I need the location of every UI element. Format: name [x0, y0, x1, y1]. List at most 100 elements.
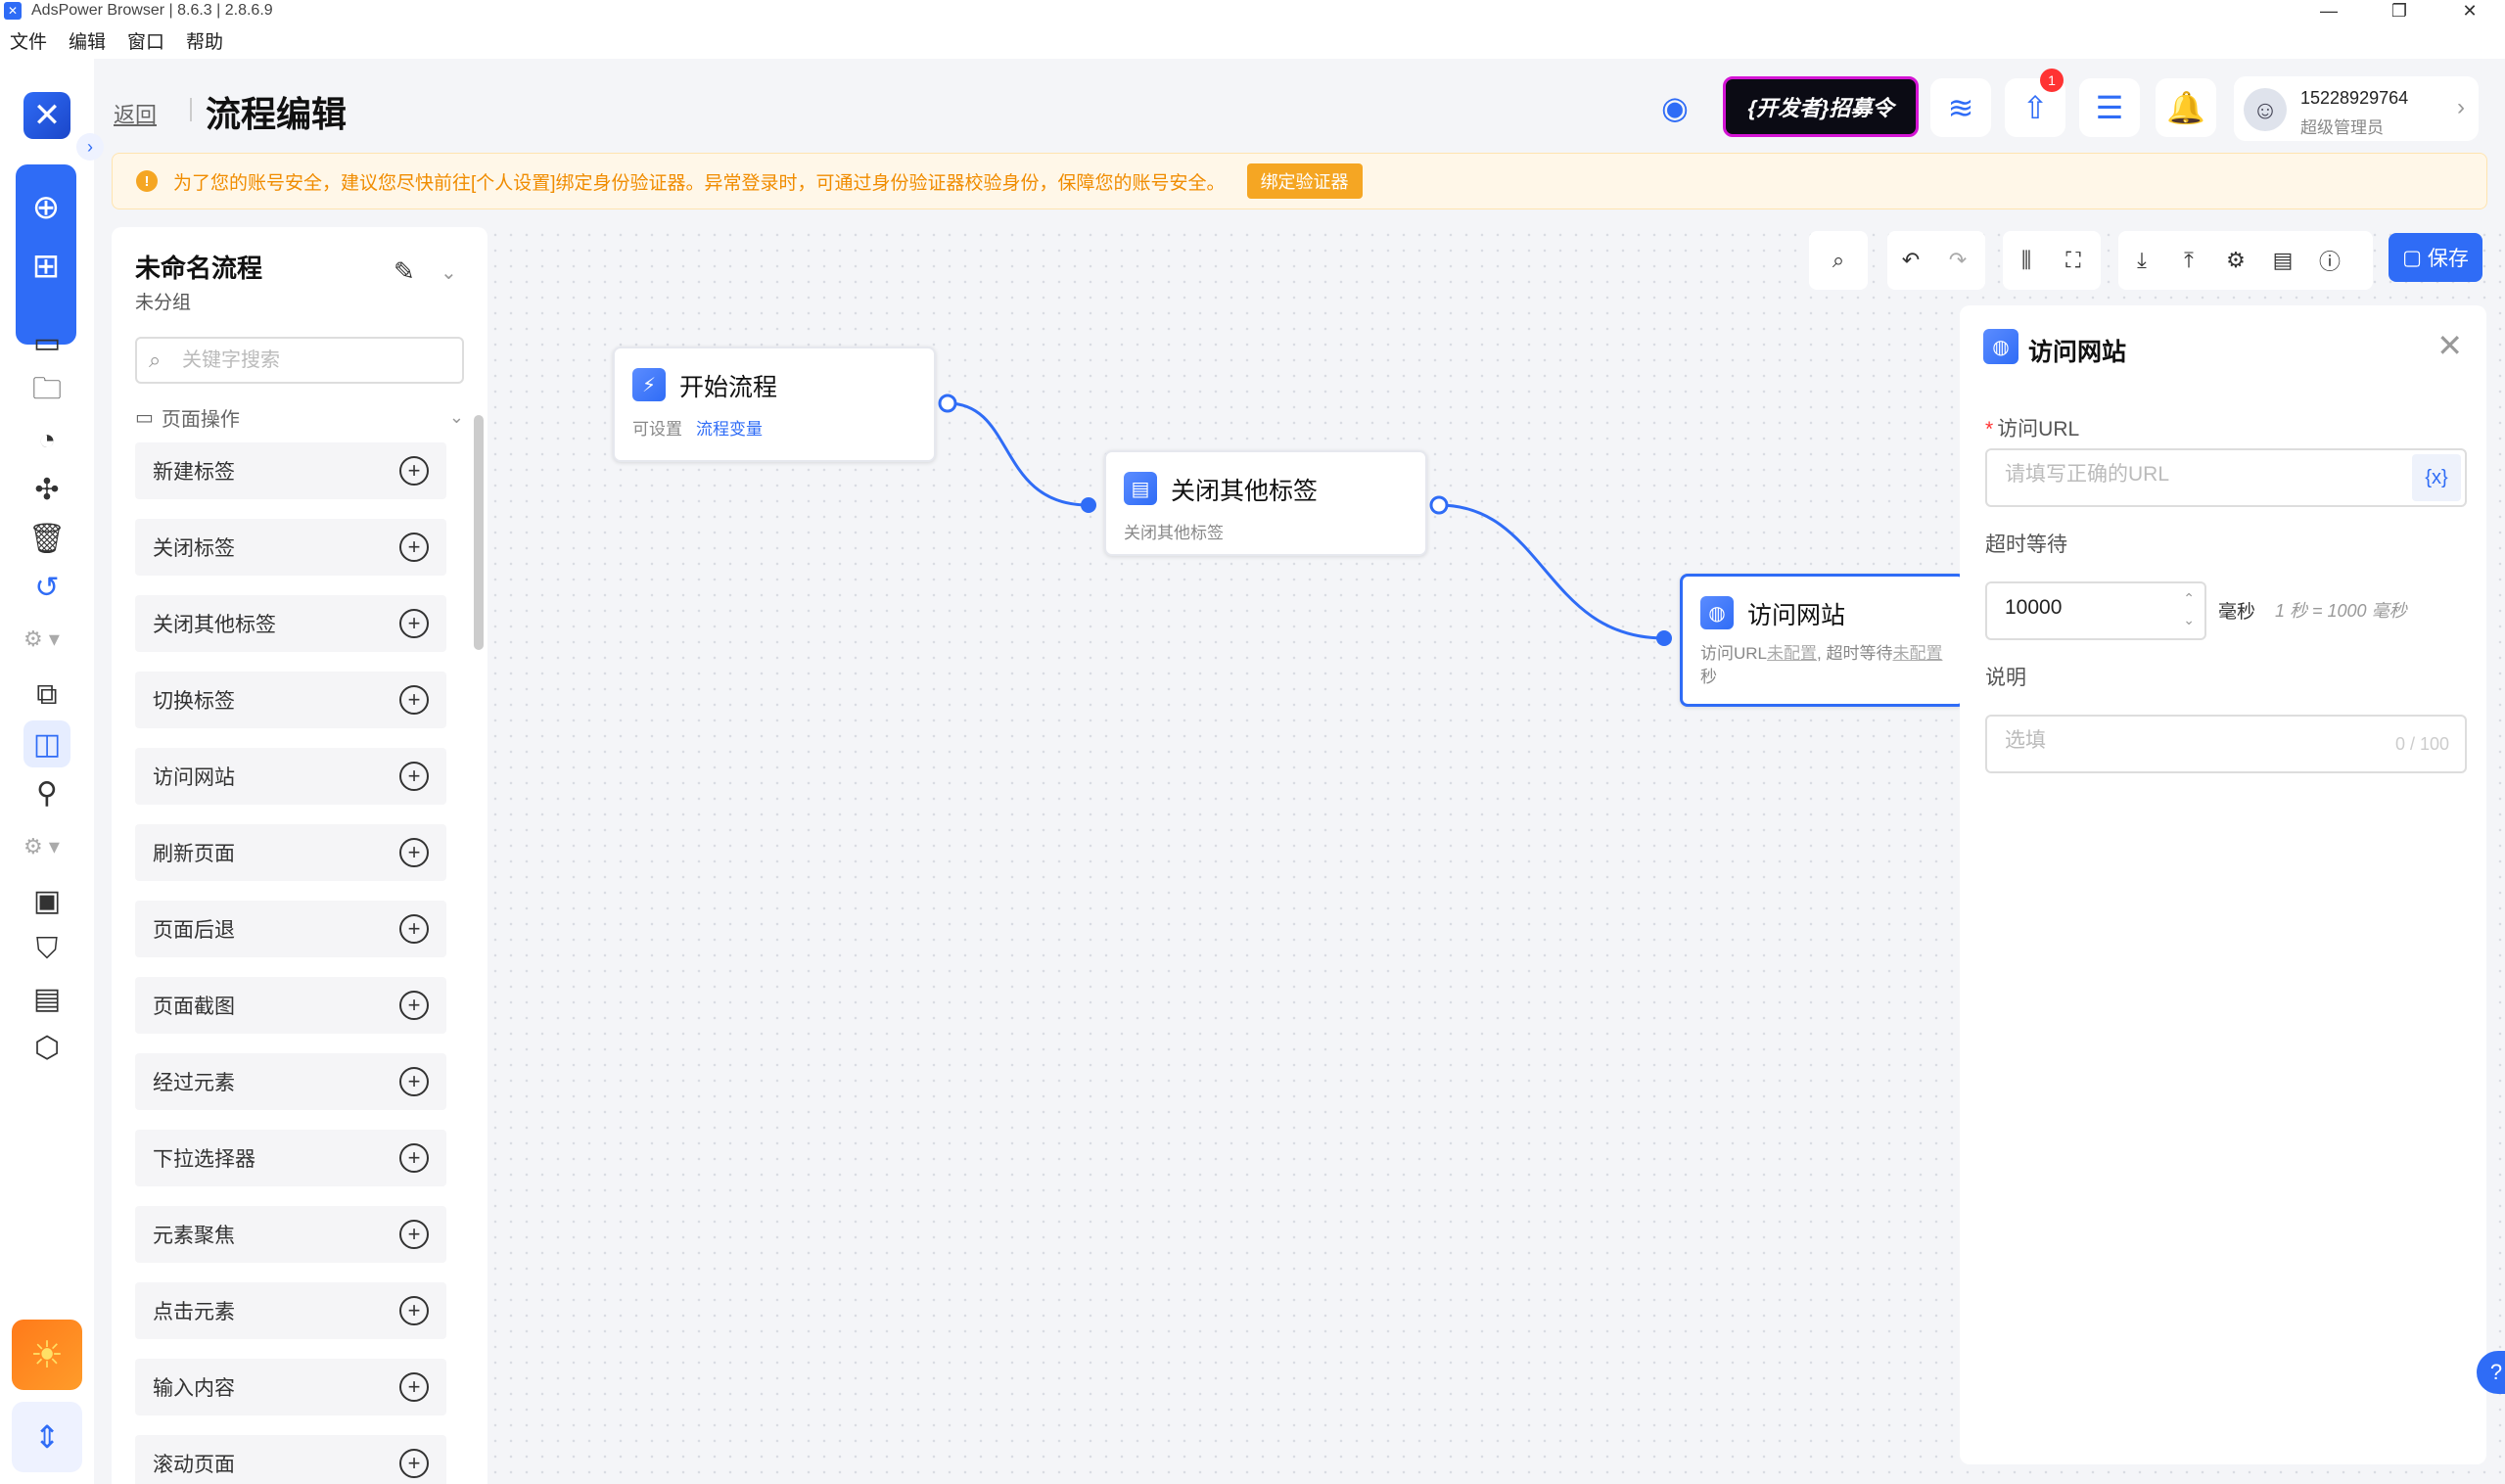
security-shield-icon[interactable]: ⛉ [23, 926, 70, 973]
node-item-click[interactable]: 点击元素 + [135, 1282, 446, 1339]
node-start-flow[interactable]: ⚡ 开始流程 可设置 流程变量 [613, 347, 936, 462]
reward-coin-icon[interactable]: ☀ [12, 1320, 82, 1390]
add-node-icon[interactable]: + [399, 1296, 429, 1325]
collapse-toggle-icon[interactable]: ⇕ [12, 1402, 82, 1472]
description-input[interactable] [2003, 728, 2355, 754]
node-item-refresh[interactable]: 刷新页面 + [135, 824, 446, 881]
insert-variable-button[interactable]: {x} [2412, 454, 2461, 501]
minimize-button[interactable]: — [2294, 0, 2364, 22]
settings-gear-icon[interactable]: ⚙ [2212, 248, 2259, 273]
settings-group-icon[interactable]: ⚙ ▾ [23, 834, 60, 859]
menu-file[interactable]: 文件 [10, 27, 47, 54]
chevron-down-icon[interactable]: ⌄ [441, 260, 457, 285]
add-node-icon[interactable]: + [399, 1067, 429, 1096]
node-subtitle-line2: 秒 [1700, 668, 1717, 686]
add-node-icon[interactable]: + [399, 609, 429, 638]
node-item-switch-tab[interactable]: 切换标签 + [135, 672, 446, 728]
url-input[interactable] [2003, 462, 2394, 487]
description-field: 0 / 100 [1985, 715, 2467, 773]
batch-create-icon[interactable]: ⊞ [16, 237, 76, 296]
node-item-focus[interactable]: 元素聚焦 + [135, 1206, 446, 1263]
node-visit-site[interactable]: ◍ 访问网站 访问URL未配置, 超时等待未配置 秒 [1680, 574, 1966, 707]
add-node-icon[interactable]: + [399, 838, 429, 867]
timeout-input[interactable] [2003, 595, 2150, 621]
timeout-hint: 1 秒 = 1000 毫秒 [2275, 601, 2407, 621]
node-item-close-other-tabs[interactable]: 关闭其他标签 + [135, 595, 446, 652]
node-item-scroll[interactable]: 滚动页面 + [135, 1435, 446, 1484]
add-node-icon[interactable]: + [399, 762, 429, 791]
task-list-icon[interactable]: ☰ [2079, 78, 2140, 137]
tb-file-group: ⤓ ⤒ ⚙ ▤ ⓘ [2118, 231, 2373, 290]
extensions-puzzle-icon[interactable]: ✣ [23, 466, 70, 513]
api-plug-icon[interactable]: ⚲ [23, 769, 70, 816]
new-profile-icon[interactable]: ⊕ [16, 178, 76, 237]
node-item-hover[interactable]: 经过元素 + [135, 1053, 446, 1110]
automation-group-icon[interactable]: ⚙ ▾ [23, 626, 60, 652]
add-node-icon[interactable]: + [399, 456, 429, 486]
add-node-icon[interactable]: + [399, 1143, 429, 1173]
hexagon-icon[interactable]: ⬡ [23, 1024, 70, 1071]
node-item-label: 关闭其他标签 [153, 614, 276, 636]
add-node-icon[interactable]: + [399, 914, 429, 944]
node-item-label: 下拉选择器 [153, 1148, 255, 1171]
node-item-close-tab[interactable]: 关闭标签 + [135, 519, 446, 576]
browser-profiles-icon[interactable]: ▭ [23, 319, 70, 366]
restore-icon[interactable]: ↺ [23, 564, 70, 611]
add-node-icon[interactable]: + [399, 1372, 429, 1402]
add-node-icon[interactable]: + [399, 1449, 429, 1478]
align-icon[interactable]: ⫼ [2003, 248, 2050, 273]
add-node-icon[interactable]: + [399, 1220, 429, 1249]
info-icon[interactable]: ⓘ [2306, 245, 2353, 276]
import-icon[interactable]: ⤓ [2118, 248, 2165, 273]
node-close-other-tabs[interactable]: ▤ 关闭其他标签 关闭其他标签 [1104, 450, 1427, 556]
close-icon[interactable]: ✕ [2436, 327, 2463, 364]
log-icon[interactable]: ▤ [2259, 248, 2306, 273]
adspower-logo-icon[interactable]: ✕ [23, 92, 70, 139]
stepper-down-icon[interactable]: ⌄ [2183, 609, 2195, 630]
rpa-flow-icon[interactable]: ⧉ [23, 672, 70, 719]
developer-recruit-banner[interactable]: {开发者}招募令 [1723, 76, 1919, 137]
add-node-icon[interactable]: + [399, 991, 429, 1020]
menu-window[interactable]: 窗口 [127, 27, 164, 54]
stepper-up-icon[interactable]: ⌃ [2183, 587, 2195, 609]
menu-edit[interactable]: 编辑 [69, 27, 106, 54]
add-node-icon[interactable]: + [399, 533, 429, 562]
category-page-actions[interactable]: ▭ 页面操作 ⌄ [135, 403, 464, 432]
node-item-visit-site[interactable]: 访问网站 + [135, 748, 446, 805]
menu-help[interactable]: 帮助 [186, 27, 223, 54]
robot-icon[interactable]: ◫ [23, 720, 70, 767]
node-item-go-back[interactable]: 页面后退 + [135, 901, 446, 957]
bell-icon[interactable]: 🔔 [2156, 78, 2216, 137]
unset-timeout-text: 未配置 [1892, 644, 1943, 663]
add-node-icon[interactable]: + [399, 685, 429, 715]
flow-variables-link[interactable]: 流程变量 [696, 420, 763, 439]
proxy-globe-icon[interactable]: ◔ [23, 417, 70, 464]
node-search-input[interactable] [180, 345, 454, 376]
close-window-button[interactable]: ✕ [2435, 0, 2505, 22]
export-icon[interactable]: ⤒ [2165, 248, 2212, 273]
library-scrollbar[interactable] [474, 415, 484, 650]
node-item-screenshot[interactable]: 页面截图 + [135, 977, 446, 1034]
maximize-button[interactable]: ❐ [2364, 0, 2435, 22]
fit-view-icon[interactable]: ⛶ [2050, 248, 2097, 273]
group-folder-icon[interactable]: 🗀 [23, 368, 70, 415]
user-menu[interactable]: ☺ 15228929764 超级管理员 › [2234, 76, 2479, 141]
window-title: AdsPower Browser | 8.6.3 | 2.8.6.9 [31, 2, 273, 19]
node-item-new-tab[interactable]: 新建标签 + [135, 442, 446, 499]
save-button[interactable]: ▢ 保存 [2389, 233, 2482, 282]
redo-icon[interactable]: ↷ [1934, 248, 1981, 273]
timeout-stepper[interactable]: ⌃ ⌄ [2183, 587, 2195, 630]
node-item-dropdown[interactable]: 下拉选择器 + [135, 1130, 446, 1186]
back-link[interactable]: 返回 [114, 98, 157, 129]
clipboard-icon[interactable]: ▤ [23, 975, 70, 1022]
trash-icon[interactable]: 🗑 [23, 515, 70, 562]
wallet-icon[interactable]: ▣ [23, 877, 70, 924]
edit-pencil-icon[interactable]: ✎ [394, 256, 415, 287]
undo-icon[interactable]: ↶ [1887, 248, 1934, 273]
zoom-search-icon[interactable]: ⌕ [1809, 248, 1868, 273]
globe-icon: ◍ [1700, 596, 1734, 629]
bind-authenticator-button[interactable]: 绑定验证器 [1246, 163, 1363, 199]
wifi-icon[interactable]: ≋ [1930, 78, 1991, 137]
node-item-input[interactable]: 输入内容 + [135, 1359, 446, 1415]
sync-eye-icon[interactable]: ◉ [1645, 78, 1705, 137]
